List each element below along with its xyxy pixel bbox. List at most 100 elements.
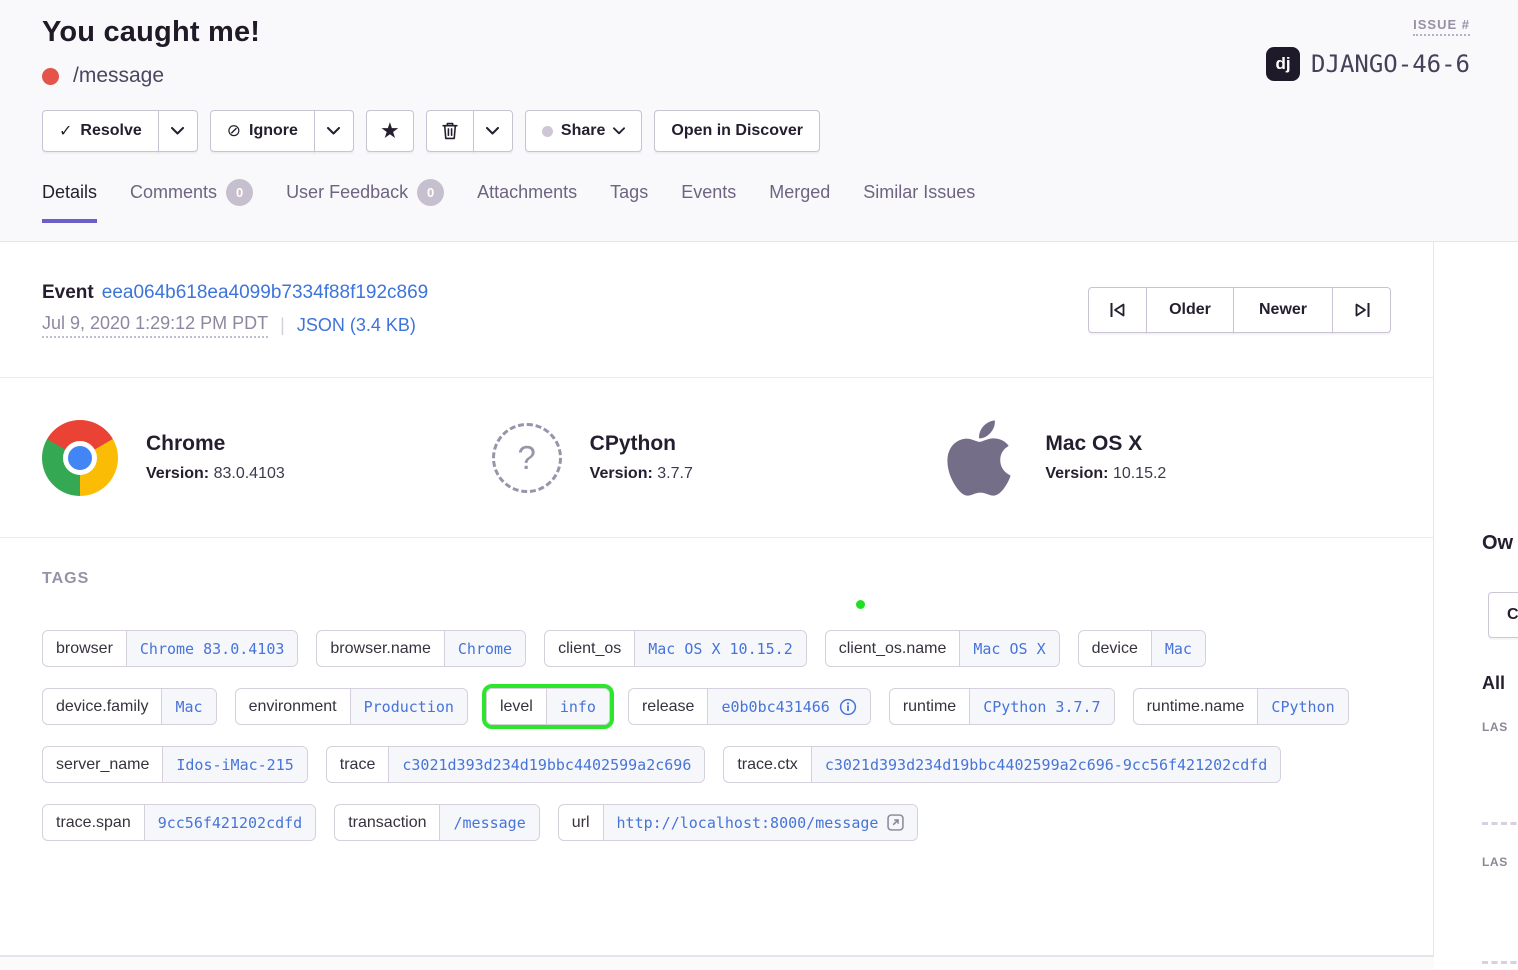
tag-value: CPython <box>1271 698 1334 716</box>
tag-value-link[interactable]: http://localhost:8000/message <box>603 805 918 840</box>
ignore-dropdown-button[interactable] <box>314 110 354 152</box>
event-label: Event <box>42 282 94 303</box>
tag-key: browser.name <box>317 631 444 666</box>
sparkline-dash <box>1482 961 1518 964</box>
newer-event-button[interactable]: Newer <box>1233 287 1333 333</box>
tag-key: device <box>1079 631 1151 666</box>
tag-value-link[interactable]: Mac OS X <box>959 631 1058 666</box>
issue-detail-page: You caught me! /message ISSUE # dj DJANG… <box>0 0 1518 970</box>
ownership-heading: Ow <box>1482 532 1513 555</box>
tag-device: device Mac <box>1078 630 1206 667</box>
tag-value: http://localhost:8000/message <box>617 814 879 832</box>
tag-value-link[interactable]: 9cc56f421202cdfd <box>144 805 316 840</box>
tabs: Details Comments 0 User Feedback 0 Attac… <box>42 179 1470 223</box>
tab-user-feedback[interactable]: User Feedback 0 <box>286 179 444 223</box>
tab-events[interactable]: Events <box>681 179 736 223</box>
share-button[interactable]: Share <box>525 110 642 152</box>
tag-value-link[interactable]: c3021d393d234d19bbc4402599a2c696-9cc56f4… <box>811 747 1281 782</box>
tag-release: release e0b0bc431466 <box>628 688 871 725</box>
tag-key: release <box>629 689 707 724</box>
tab-attachments[interactable]: Attachments <box>477 179 577 223</box>
resolve-button[interactable]: ✓ Resolve <box>42 110 159 152</box>
tag-value-link[interactable]: CPython 3.7.7 <box>969 689 1113 724</box>
external-icon[interactable] <box>887 814 904 831</box>
tag-level: level info <box>486 688 610 725</box>
tag-device.family: device.family Mac <box>42 688 217 725</box>
tab-badge: 0 <box>226 179 253 206</box>
tag-value: e0b0bc431466 <box>721 698 829 716</box>
tab-label: Similar Issues <box>863 182 975 203</box>
tag-value: Mac <box>175 698 202 716</box>
delete-button[interactable] <box>426 110 474 152</box>
version-label: Version: <box>146 465 209 482</box>
tag-value-link[interactable]: Mac OS X 10.15.2 <box>634 631 806 666</box>
tag-environment: environment Production <box>235 688 468 725</box>
tag-value: info <box>560 698 596 716</box>
tag-value: Mac OS X <box>973 640 1045 658</box>
tag-list: browser Chrome 83.0.4103 browser.name Ch… <box>42 630 1391 841</box>
context-runtime: ? CPython Version: 3.7.7 <box>492 423 942 493</box>
all-environments-heading: All <box>1482 673 1505 694</box>
chrome-icon <box>42 420 118 496</box>
tag-key: url <box>559 805 603 840</box>
tag-value: Production <box>364 698 454 716</box>
tag-value-link[interactable]: c3021d393d234d19bbc4402599a2c696 <box>388 747 704 782</box>
version-value: 3.7.7 <box>657 465 693 482</box>
issue-number-block: ISSUE # dj DJANGO-46-6 <box>1266 16 1470 81</box>
ignore-button[interactable]: ⊘ Ignore <box>210 110 315 152</box>
chevron-down-icon <box>613 127 625 135</box>
tab-label: User Feedback <box>286 182 408 203</box>
event-id-link[interactable]: eea064b618ea4099b7334f88f192c869 <box>102 282 429 303</box>
newest-event-button[interactable] <box>1332 287 1391 333</box>
tab-similar-issues[interactable]: Similar Issues <box>863 179 975 223</box>
tag-key: trace.span <box>43 805 144 840</box>
version-value: 83.0.4103 <box>214 465 285 482</box>
tag-value-link[interactable]: Idos-iMac-215 <box>162 747 306 782</box>
oldest-event-button[interactable] <box>1088 287 1147 333</box>
info-icon[interactable] <box>839 698 857 716</box>
tab-label: Tags <box>610 182 648 203</box>
tag-value-link[interactable]: Chrome 83.0.4103 <box>126 631 298 666</box>
tag-value-link[interactable]: Mac <box>161 689 215 724</box>
skip-to-oldest-icon <box>1109 302 1127 318</box>
tab-details[interactable]: Details <box>42 179 97 223</box>
tag-value: c3021d393d234d19bbc4402599a2c696 <box>402 756 691 774</box>
tag-url: url http://localhost:8000/message <box>558 804 919 841</box>
open-in-discover-button[interactable]: Open in Discover <box>654 110 820 152</box>
page-title: You caught me! <box>42 16 260 49</box>
event-json-link[interactable]: JSON (3.4 KB) <box>297 315 416 336</box>
tag-value: Mac OS X 10.15.2 <box>648 640 793 658</box>
tab-label: Events <box>681 182 736 203</box>
right-sidebar: Ow C All LAS LAS FIRS Wh Rel LAS <box>1434 242 1517 969</box>
action-toolbar: ✓ Resolve ⊘ Ignore ★ <box>42 110 1470 152</box>
tag-value-link[interactable]: CPython <box>1257 689 1347 724</box>
tab-merged[interactable]: Merged <box>769 179 830 223</box>
cursor-dot <box>856 600 865 609</box>
tag-value-link[interactable]: info <box>546 689 609 724</box>
tag-server_name: server_name Idos-iMac-215 <box>42 746 308 783</box>
resolve-dropdown-button[interactable] <box>158 110 198 152</box>
tag-value-link[interactable]: Production <box>350 689 467 724</box>
tab-comments[interactable]: Comments 0 <box>130 179 253 223</box>
share-status-dot <box>542 126 553 137</box>
tag-client_os: client_os Mac OS X 10.15.2 <box>544 630 807 667</box>
tag-value: 9cc56f421202cdfd <box>158 814 303 832</box>
context-os: Mac OS X Version: 10.15.2 <box>941 415 1391 501</box>
tab-label: Comments <box>130 182 217 203</box>
delete-dropdown-button[interactable] <box>473 110 513 152</box>
tab-tags[interactable]: Tags <box>610 179 648 223</box>
tag-value-link[interactable]: Chrome <box>444 631 525 666</box>
tag-key: runtime <box>890 689 969 724</box>
tag-client_os.name: client_os.name Mac OS X <box>825 630 1060 667</box>
tag-value: Idos-iMac-215 <box>176 756 293 774</box>
tag-value-link[interactable]: /message <box>439 805 538 840</box>
assignee-dropdown-button[interactable]: C <box>1488 592 1518 638</box>
event-meta: Eventeea064b618ea4099b7334f88f192c869 Ju… <box>42 282 428 338</box>
tag-value-link[interactable]: Mac <box>1151 631 1205 666</box>
older-event-button[interactable]: Older <box>1146 287 1234 333</box>
tag-value-link[interactable]: e0b0bc431466 <box>707 689 869 724</box>
tag-key: level <box>487 689 546 724</box>
tag-runtime: runtime CPython 3.7.7 <box>889 688 1115 725</box>
bookmark-star-button[interactable]: ★ <box>366 110 414 152</box>
unknown-runtime-icon: ? <box>492 423 562 493</box>
